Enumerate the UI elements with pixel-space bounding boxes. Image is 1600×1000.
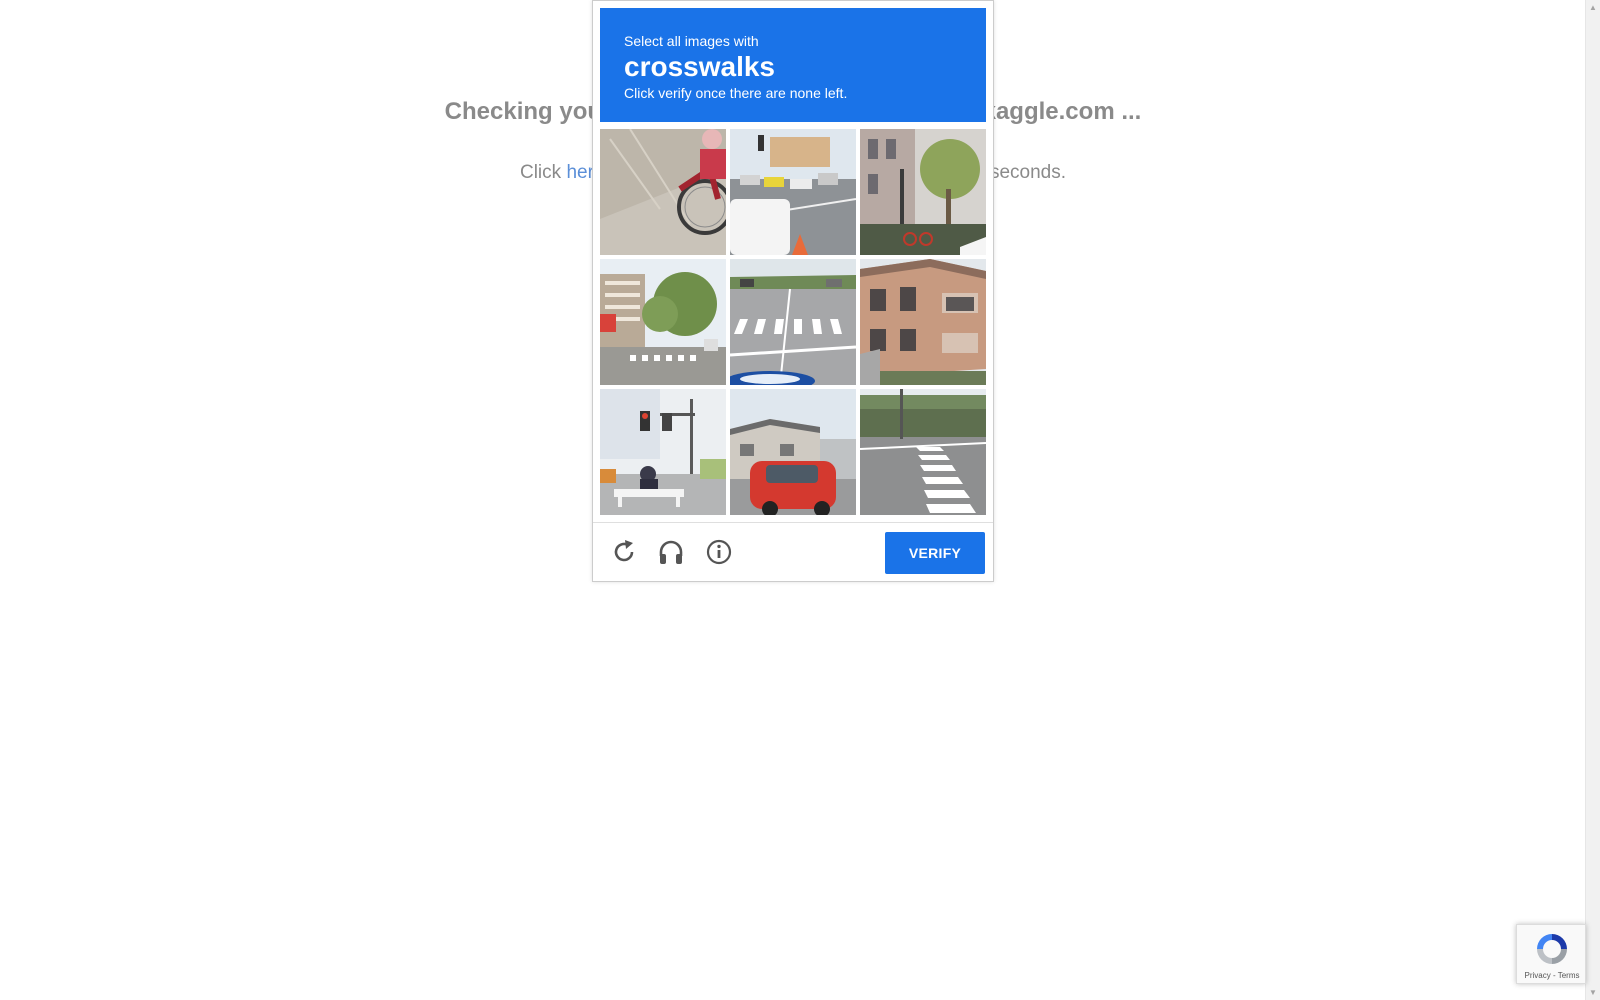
audio-headphones-icon[interactable] bbox=[656, 537, 686, 567]
street-apartments-image bbox=[600, 259, 726, 385]
recaptcha-badge[interactable]: Privacy - Terms bbox=[1516, 924, 1586, 984]
challenge-instructions: Select all images with crosswalks Click … bbox=[600, 8, 986, 122]
scroll-up-arrow-icon[interactable]: ▲ bbox=[1586, 0, 1600, 15]
traffic-light-corner-image bbox=[600, 389, 726, 515]
info-icon[interactable] bbox=[704, 537, 734, 567]
red-car-image bbox=[730, 389, 856, 515]
image-tile-1[interactable] bbox=[600, 129, 726, 255]
page-scrollbar[interactable]: ▲ ▼ bbox=[1585, 0, 1600, 1000]
challenge-footer: VERIFY bbox=[593, 522, 993, 582]
traffic-cars-image bbox=[730, 129, 856, 255]
image-tile-6[interactable] bbox=[860, 259, 986, 385]
image-tile-8[interactable] bbox=[730, 389, 856, 515]
image-tile-9[interactable] bbox=[860, 389, 986, 515]
captcha-challenge-dialog: Select all images with crosswalks Click … bbox=[592, 0, 994, 582]
image-tile-4[interactable] bbox=[600, 259, 726, 385]
bicycle-image bbox=[600, 129, 726, 255]
scroll-down-arrow-icon[interactable]: ▼ bbox=[1586, 985, 1600, 1000]
image-tile-3[interactable] bbox=[860, 129, 986, 255]
crosswalk-stripes-image bbox=[860, 389, 986, 515]
image-tile-2[interactable] bbox=[730, 129, 856, 255]
challenge-keyword: crosswalks bbox=[624, 51, 775, 82]
intersection-crosswalk-image bbox=[730, 259, 856, 385]
redirect-text-before: Click bbox=[519, 162, 567, 183]
privacy-terms-links[interactable]: Privacy - Terms bbox=[1517, 971, 1587, 980]
reload-icon[interactable] bbox=[609, 537, 639, 567]
image-tile-5[interactable] bbox=[730, 259, 856, 385]
recaptcha-logo-icon bbox=[1537, 934, 1567, 964]
verify-button[interactable]: VERIFY bbox=[885, 532, 985, 574]
image-tile-7[interactable] bbox=[600, 389, 726, 515]
challenge-subinstruction: Click verify once there are none left. bbox=[624, 85, 848, 101]
image-grid bbox=[600, 129, 986, 515]
apartment-building-image bbox=[860, 259, 986, 385]
street-trees-image bbox=[860, 129, 986, 255]
challenge-instruction-text: Select all images with bbox=[624, 33, 759, 49]
